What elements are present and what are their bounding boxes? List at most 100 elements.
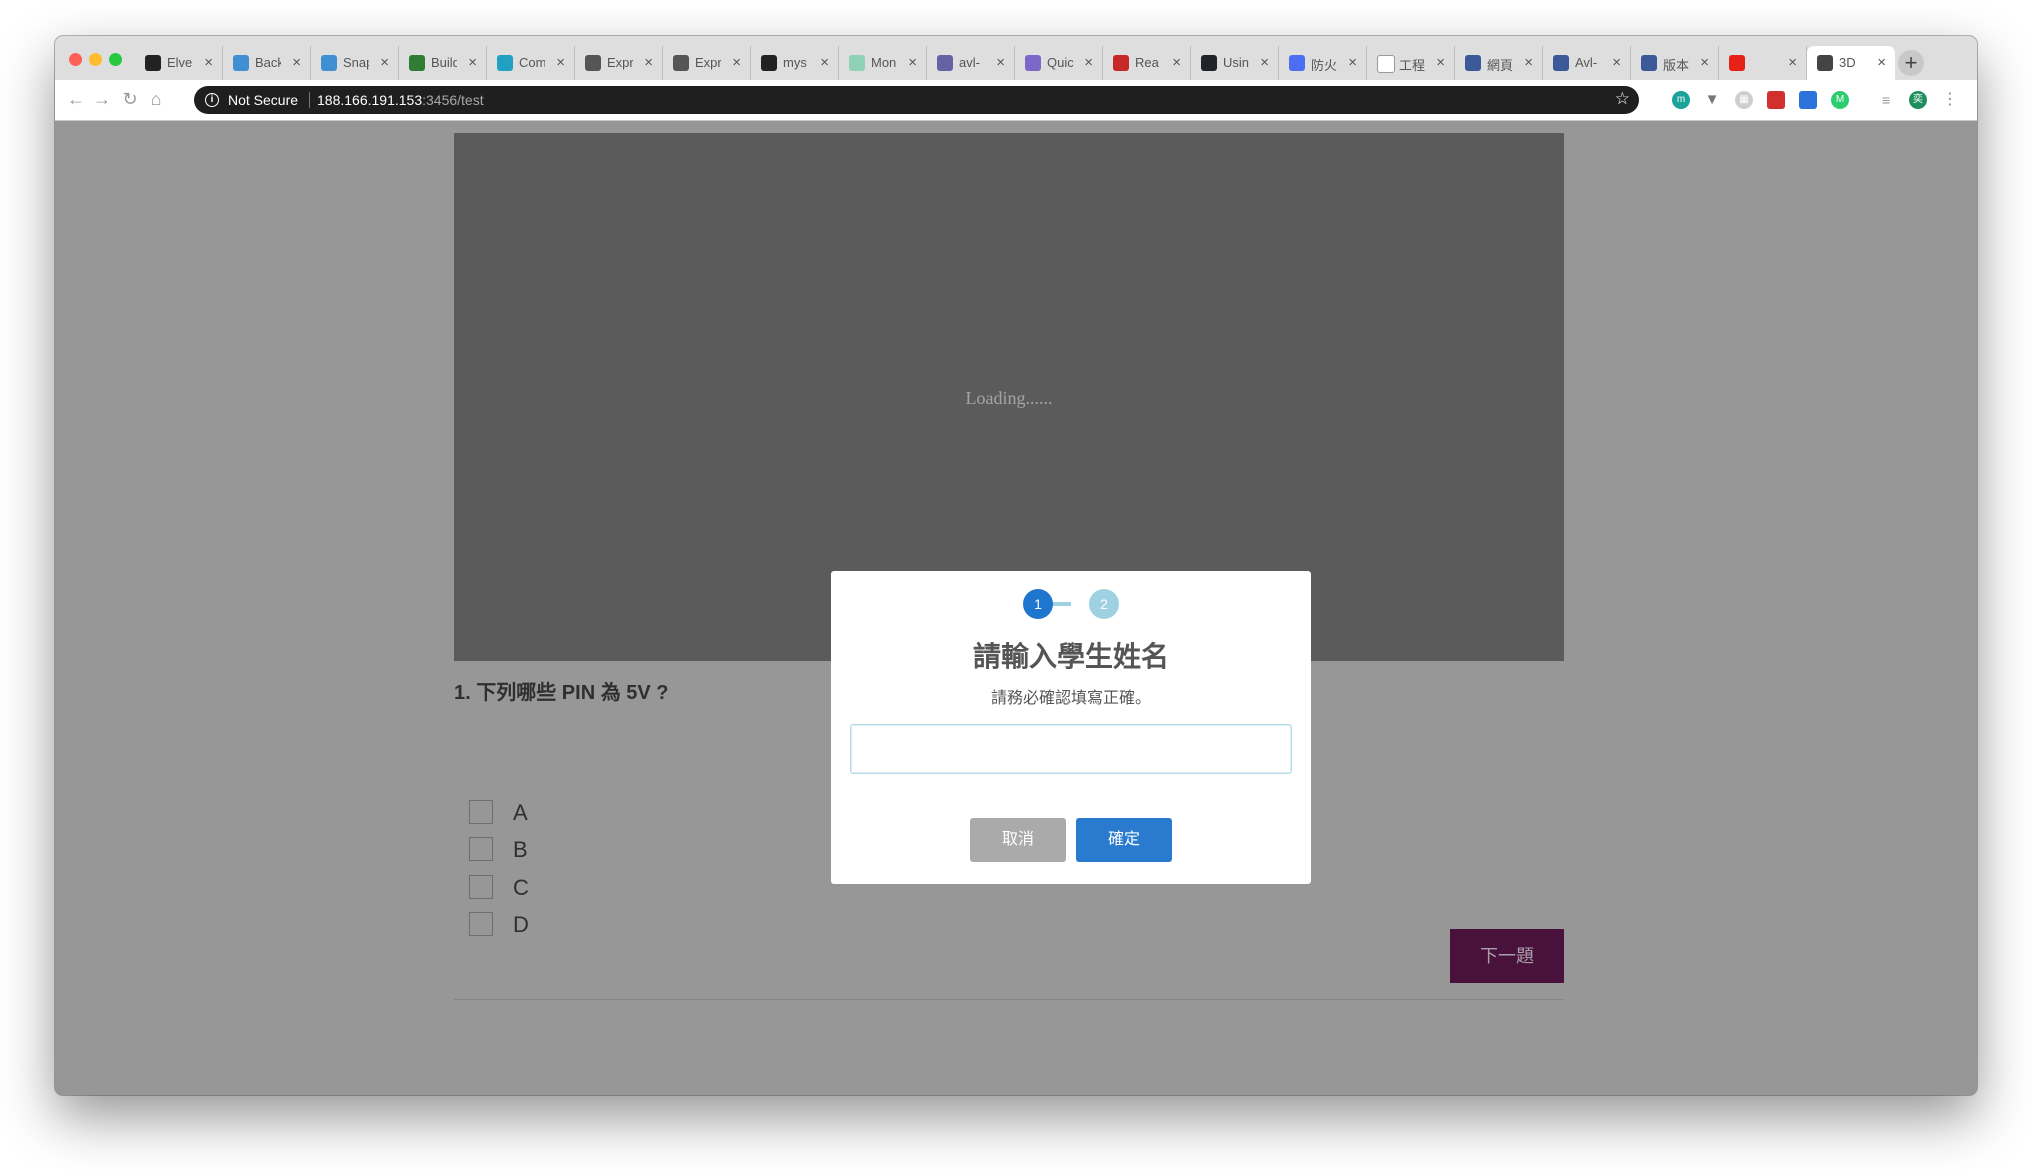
extension-bookmark-icon[interactable]: [1767, 91, 1785, 109]
reload-icon[interactable]: ↻: [119, 89, 141, 110]
close-tab-icon[interactable]: ×: [1260, 54, 1269, 71]
tab-label: Mon: [871, 55, 897, 70]
extension-grid-icon[interactable]: ▦: [1735, 91, 1753, 109]
close-tab-icon[interactable]: ×: [732, 54, 741, 71]
close-tab-icon[interactable]: ×: [1172, 54, 1181, 71]
browser-tab[interactable]: Back ×: [223, 46, 311, 80]
close-window-button[interactable]: [69, 53, 82, 66]
extension-lock-icon[interactable]: [1799, 91, 1817, 109]
minimize-window-button[interactable]: [89, 53, 102, 66]
apollo-icon: [1025, 55, 1041, 71]
tab-label: 3D: [1839, 55, 1856, 70]
checkbox[interactable]: [469, 875, 493, 899]
url-path: :3456/test: [422, 92, 484, 108]
address-separator: [309, 92, 310, 108]
next-question-button[interactable]: 下一題: [1450, 929, 1564, 983]
close-tab-icon[interactable]: ×: [820, 54, 829, 71]
close-tab-icon[interactable]: ×: [1788, 54, 1797, 71]
close-tab-icon[interactable]: ×: [1436, 54, 1445, 71]
browser-tab[interactable]: Mon ×: [839, 46, 927, 80]
close-tab-icon[interactable]: ×: [1877, 54, 1886, 71]
browser-tab[interactable]: Rea ×: [1103, 46, 1191, 80]
github-icon: [761, 55, 777, 71]
close-tab-icon[interactable]: ×: [204, 54, 213, 71]
bookmark-star-icon[interactable]: ☆: [1615, 89, 1630, 109]
extension-m-icon[interactable]: m: [1672, 91, 1690, 109]
home-icon[interactable]: ⌂: [145, 89, 167, 110]
option-label: B: [513, 837, 528, 862]
browser-tab[interactable]: Expr ×: [575, 46, 663, 80]
tab-label: 網頁: [1487, 58, 1513, 73]
heroku-icon: [937, 55, 953, 71]
info-icon[interactable]: i: [205, 93, 219, 107]
extension-vue-icon[interactable]: ▼: [1703, 91, 1721, 109]
dialog-title: 請輸入學生姓名: [972, 641, 1169, 672]
checkbox[interactable]: [469, 837, 493, 861]
browser-tab[interactable]: 網頁 ×: [1455, 46, 1543, 80]
page-content: Loading...... 1. 下列哪些 PIN 為 5V ? A B C D…: [55, 121, 1977, 1095]
question-text: 1. 下列哪些 PIN 為 5V ?: [454, 682, 669, 704]
checkbox[interactable]: [469, 912, 493, 936]
browser-tab[interactable]: Quic ×: [1015, 46, 1103, 80]
close-tab-icon[interactable]: ×: [1524, 54, 1533, 71]
divider: [454, 999, 1564, 1000]
profile-avatar[interactable]: 奕: [1909, 91, 1927, 109]
forward-arrow-icon[interactable]: →: [91, 89, 113, 110]
close-tab-icon[interactable]: ×: [556, 54, 565, 71]
tab-label: 工程: [1399, 58, 1425, 73]
back-arrow-icon[interactable]: ←: [65, 89, 87, 110]
close-tab-icon[interactable]: ×: [1612, 54, 1621, 71]
url-text: 188.166.191.153:3456/test: [317, 92, 484, 108]
cancel-button[interactable]: 取消: [970, 818, 1066, 862]
menu-kebab-icon[interactable]: ⋮: [1941, 91, 1959, 109]
checkbox[interactable]: [469, 800, 493, 824]
close-tab-icon[interactable]: ×: [1348, 54, 1357, 71]
tab-label: Quic: [1047, 55, 1073, 70]
reading-list-icon[interactable]: ≡: [1877, 91, 1895, 109]
browser-window: Elve×Back×Snap×Build×Com×Expr×Expr×mys×M…: [55, 36, 1977, 1095]
confirm-button[interactable]: 確定: [1076, 818, 1172, 862]
react-icon: [1201, 55, 1217, 71]
browser-tab[interactable]: Elve ×: [135, 46, 223, 80]
step-2-indicator: 2: [1089, 589, 1119, 619]
student-name-dialog: 1 2 請輸入學生姓名 請務必確認填寫正確。 取消 確定: [831, 571, 1311, 884]
student-name-input[interactable]: [850, 724, 1292, 774]
tab-label: Elve: [167, 55, 193, 70]
new-tab-button[interactable]: +: [1898, 50, 1924, 76]
close-tab-icon[interactable]: ×: [1700, 54, 1709, 71]
tab-label: [1751, 55, 1777, 73]
browser-tab[interactable]: ×: [1719, 46, 1807, 80]
step-1-indicator: 1: [1023, 589, 1053, 619]
browser-tab[interactable]: avl- ×: [927, 46, 1015, 80]
browser-tab[interactable]: Expr ×: [663, 46, 751, 80]
browser-tab[interactable]: 3D ×: [1807, 46, 1895, 80]
youtube-icon: [1729, 55, 1745, 71]
browser-tab[interactable]: 版本 ×: [1631, 46, 1719, 80]
maximize-window-button[interactable]: [109, 53, 122, 66]
security-label: Not Secure: [228, 92, 299, 108]
close-tab-icon[interactable]: ×: [908, 54, 917, 71]
close-tab-icon[interactable]: ×: [292, 54, 301, 71]
browser-tab[interactable]: mys ×: [751, 46, 839, 80]
facebook-icon: [1641, 55, 1657, 71]
address-bar[interactable]: i Not Secure 188.166.191.153:3456/test ☆: [194, 86, 1639, 114]
tab-label: Avl-: [1575, 55, 1598, 70]
prisma-icon: [321, 55, 337, 71]
close-tab-icon[interactable]: ×: [468, 54, 477, 71]
tab-label: 防火: [1311, 58, 1337, 73]
browser-tab[interactable]: Com ×: [487, 46, 575, 80]
browser-tab[interactable]: Snap ×: [311, 46, 399, 80]
extension-green-icon[interactable]: M: [1831, 91, 1849, 109]
close-tab-icon[interactable]: ×: [1084, 54, 1093, 71]
close-tab-icon[interactable]: ×: [996, 54, 1005, 71]
close-tab-icon[interactable]: ×: [380, 54, 389, 71]
browser-tab[interactable]: 工程 ×: [1367, 46, 1455, 80]
browser-tab[interactable]: Avl- ×: [1543, 46, 1631, 80]
option-label: A: [513, 800, 528, 825]
browser-tab[interactable]: 防火 ×: [1279, 46, 1367, 80]
browser-tab[interactable]: Usin ×: [1191, 46, 1279, 80]
tab-label: 版本: [1663, 58, 1689, 73]
close-tab-icon[interactable]: ×: [644, 54, 653, 71]
browser-tab[interactable]: Build ×: [399, 46, 487, 80]
tab-label: avl-: [959, 55, 980, 70]
